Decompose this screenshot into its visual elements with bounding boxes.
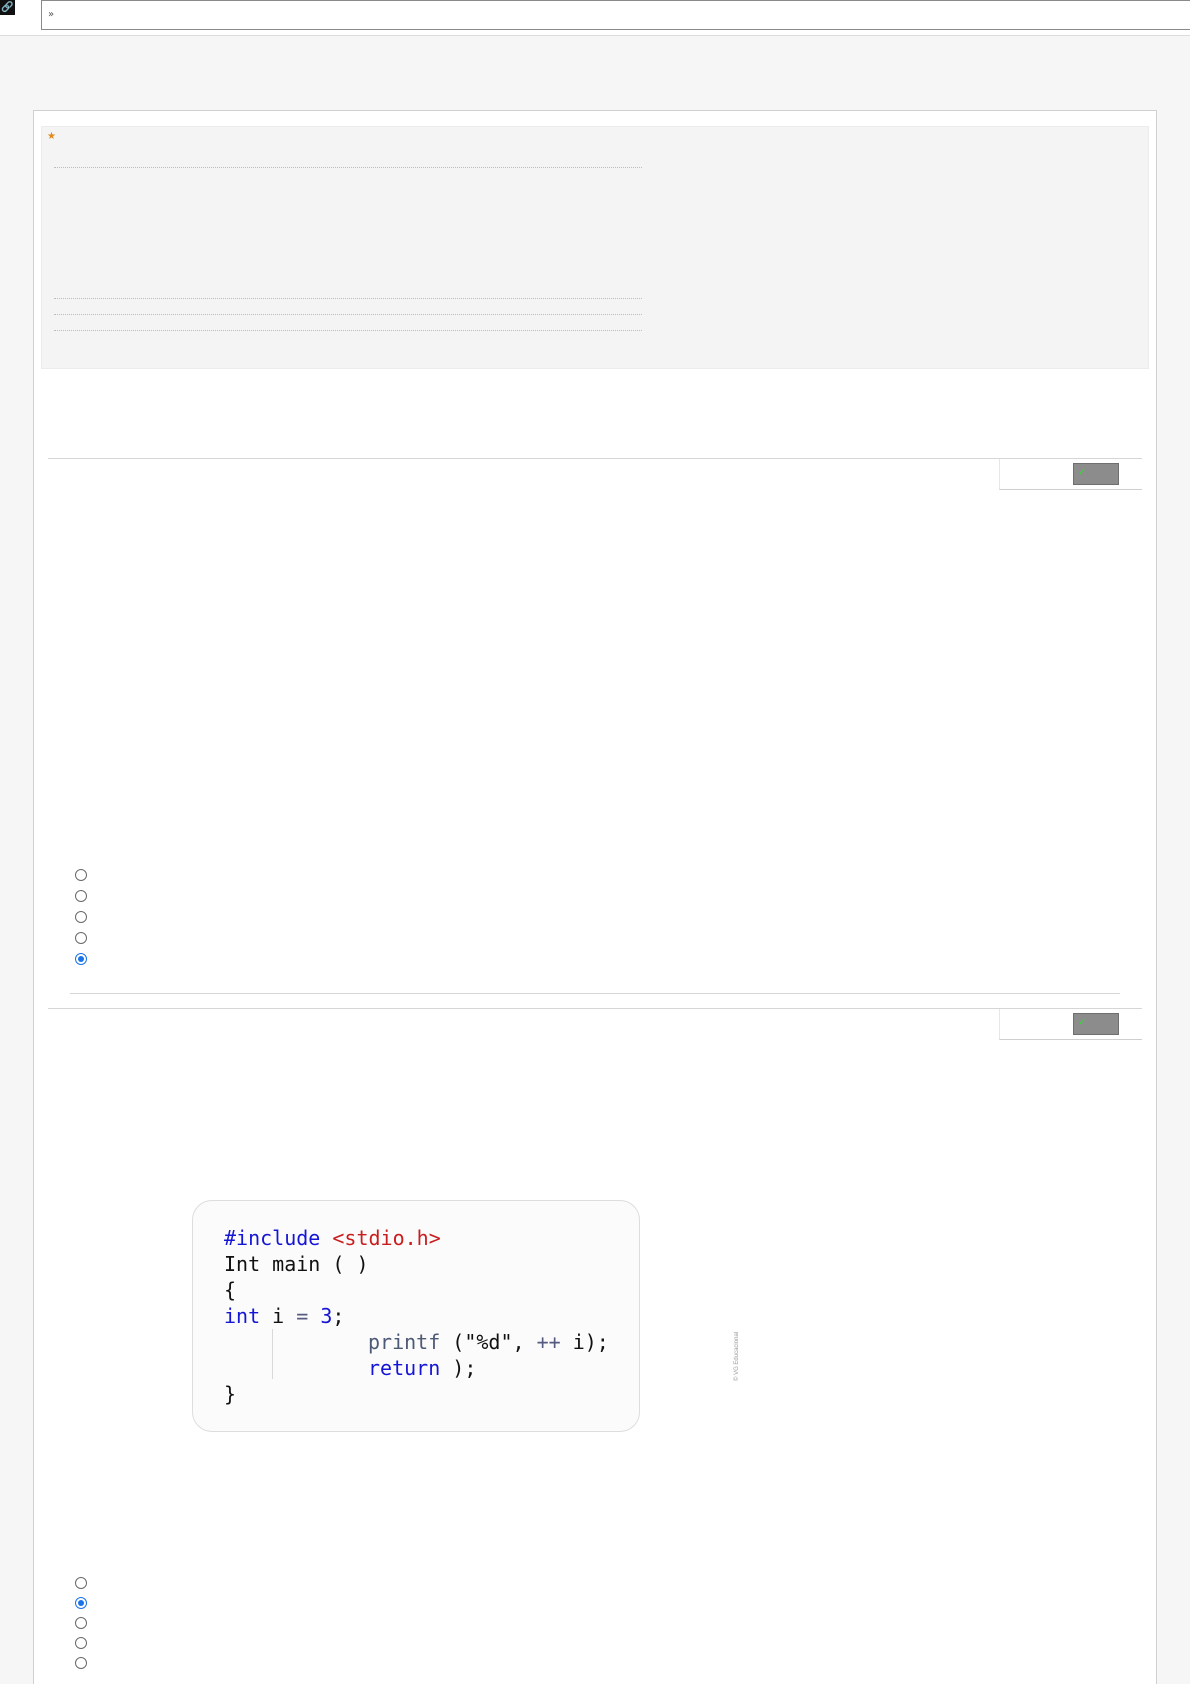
code-line: int i = 3; xyxy=(224,1303,344,1329)
code-line: return ); xyxy=(368,1355,476,1381)
answer-option-radio-selected[interactable] xyxy=(75,1597,87,1609)
link-icon[interactable]: 🔗 xyxy=(0,0,15,15)
answer-option-radio[interactable] xyxy=(75,1657,87,1669)
top-toolbar: 🔗 » xyxy=(0,0,1190,36)
question-status-panel: ✓ xyxy=(999,1009,1142,1040)
info-divider xyxy=(54,298,642,299)
info-divider xyxy=(54,314,642,315)
code-line: Int main ( ) xyxy=(224,1252,369,1276)
code-line: { xyxy=(224,1278,237,1302)
info-panel: ★ xyxy=(41,126,1149,369)
answer-option-radio[interactable] xyxy=(75,1617,87,1629)
code-line: printf ("%d", ++ i); xyxy=(368,1329,609,1355)
code-token: i xyxy=(260,1304,297,1328)
answer-option-radio[interactable] xyxy=(75,932,87,944)
question-footer-divider xyxy=(70,993,1120,994)
code-token: i); xyxy=(560,1330,609,1354)
code-token: <stdio.h> xyxy=(332,1226,441,1250)
code-snippet: #include <stdio.h> Int main ( ) { int i … xyxy=(192,1200,640,1432)
copyright-watermark: © VG Educacional xyxy=(734,1331,740,1381)
answer-option-radio[interactable] xyxy=(75,1637,87,1649)
answer-option-radio-selected[interactable] xyxy=(75,953,87,965)
code-line: } xyxy=(224,1382,237,1406)
question-separator xyxy=(48,458,1142,459)
code-token: ("%d", xyxy=(440,1330,537,1354)
code-token: 3 xyxy=(320,1304,333,1328)
code-token: printf xyxy=(368,1330,441,1354)
status-badge: ✓ xyxy=(1073,463,1119,485)
indent-guide xyxy=(272,1329,273,1379)
code-token: return xyxy=(368,1356,441,1380)
code-token: int xyxy=(224,1304,261,1328)
answer-option-radio[interactable] xyxy=(75,1577,87,1589)
code-token: #include xyxy=(224,1226,321,1250)
info-divider xyxy=(54,167,642,168)
double-chevron-down-icon[interactable]: » xyxy=(48,9,54,20)
code-token: ); xyxy=(440,1356,477,1380)
question-status-panel: ✓ xyxy=(999,459,1142,490)
answer-option-radio[interactable] xyxy=(75,869,87,881)
code-token: ; xyxy=(332,1304,345,1328)
status-badge: ✓ xyxy=(1073,1013,1119,1035)
checkmark-icon: ✓ xyxy=(1078,1017,1087,1028)
question-separator xyxy=(48,1008,1142,1009)
code-token: ++ xyxy=(536,1330,561,1354)
answer-option-radio[interactable] xyxy=(75,890,87,902)
code-token: = xyxy=(296,1304,309,1328)
quiz-card: ★ ✓ ✓ #include <stdio.h> Int main ( ) { … xyxy=(33,110,1157,1684)
url-input[interactable]: » xyxy=(41,0,1190,30)
info-divider xyxy=(54,330,642,331)
star-icon: ★ xyxy=(47,131,56,142)
checkmark-icon: ✓ xyxy=(1078,467,1087,478)
answer-option-radio[interactable] xyxy=(75,911,87,923)
code-line: #include <stdio.h> xyxy=(224,1225,441,1251)
